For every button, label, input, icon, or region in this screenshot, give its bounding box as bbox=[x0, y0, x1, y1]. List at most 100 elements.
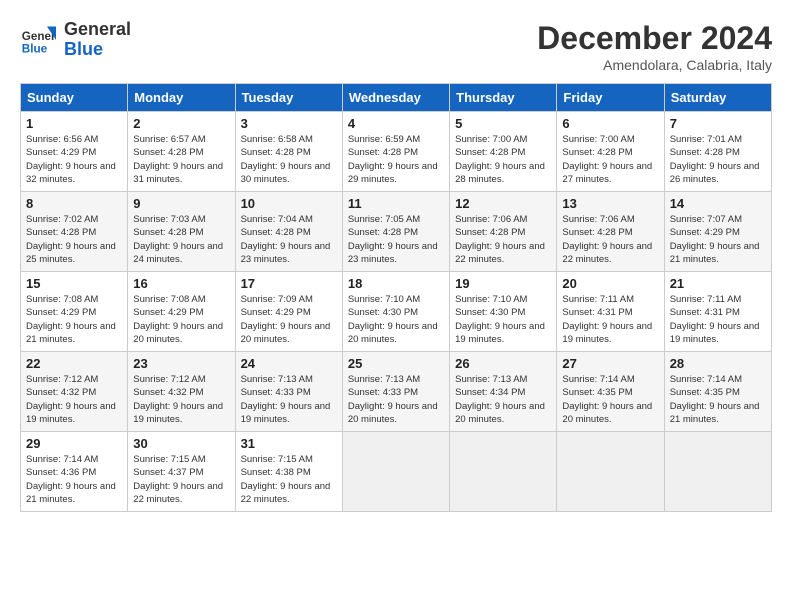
day-info: Sunrise: 7:12 AM Sunset: 4:32 PM Dayligh… bbox=[133, 374, 223, 425]
day-number: 24 bbox=[241, 356, 337, 371]
calendar-cell: 1 Sunrise: 6:56 AM Sunset: 4:29 PM Dayli… bbox=[21, 112, 128, 192]
day-info: Sunrise: 7:09 AM Sunset: 4:29 PM Dayligh… bbox=[241, 294, 331, 345]
calendar-week-5: 29 Sunrise: 7:14 AM Sunset: 4:36 PM Dayl… bbox=[21, 432, 772, 512]
day-info: Sunrise: 7:02 AM Sunset: 4:28 PM Dayligh… bbox=[26, 214, 116, 265]
day-number: 10 bbox=[241, 196, 337, 211]
day-number: 16 bbox=[133, 276, 229, 291]
weekday-header-monday: Monday bbox=[128, 84, 235, 112]
calendar-cell: 25 Sunrise: 7:13 AM Sunset: 4:33 PM Dayl… bbox=[342, 352, 449, 432]
month-title: December 2024 bbox=[537, 20, 772, 57]
calendar-week-3: 15 Sunrise: 7:08 AM Sunset: 4:29 PM Dayl… bbox=[21, 272, 772, 352]
day-info: Sunrise: 7:07 AM Sunset: 4:29 PM Dayligh… bbox=[670, 214, 760, 265]
day-info: Sunrise: 7:03 AM Sunset: 4:28 PM Dayligh… bbox=[133, 214, 223, 265]
day-info: Sunrise: 7:01 AM Sunset: 4:28 PM Dayligh… bbox=[670, 134, 760, 185]
calendar-cell: 17 Sunrise: 7:09 AM Sunset: 4:29 PM Dayl… bbox=[235, 272, 342, 352]
day-info: Sunrise: 7:05 AM Sunset: 4:28 PM Dayligh… bbox=[348, 214, 438, 265]
day-info: Sunrise: 7:11 AM Sunset: 4:31 PM Dayligh… bbox=[670, 294, 760, 345]
calendar-cell: 31 Sunrise: 7:15 AM Sunset: 4:38 PM Dayl… bbox=[235, 432, 342, 512]
day-info: Sunrise: 7:06 AM Sunset: 4:28 PM Dayligh… bbox=[562, 214, 652, 265]
weekday-header-row: SundayMondayTuesdayWednesdayThursdayFrid… bbox=[21, 84, 772, 112]
calendar-cell: 7 Sunrise: 7:01 AM Sunset: 4:28 PM Dayli… bbox=[664, 112, 771, 192]
day-info: Sunrise: 6:57 AM Sunset: 4:28 PM Dayligh… bbox=[133, 134, 223, 185]
day-info: Sunrise: 7:04 AM Sunset: 4:28 PM Dayligh… bbox=[241, 214, 331, 265]
day-number: 27 bbox=[562, 356, 658, 371]
calendar-cell: 5 Sunrise: 7:00 AM Sunset: 4:28 PM Dayli… bbox=[450, 112, 557, 192]
day-number: 7 bbox=[670, 116, 766, 131]
calendar-cell: 11 Sunrise: 7:05 AM Sunset: 4:28 PM Dayl… bbox=[342, 192, 449, 272]
day-number: 19 bbox=[455, 276, 551, 291]
weekday-header-saturday: Saturday bbox=[664, 84, 771, 112]
day-info: Sunrise: 7:06 AM Sunset: 4:28 PM Dayligh… bbox=[455, 214, 545, 265]
calendar-cell: 27 Sunrise: 7:14 AM Sunset: 4:35 PM Dayl… bbox=[557, 352, 664, 432]
day-number: 30 bbox=[133, 436, 229, 451]
calendar-cell: 20 Sunrise: 7:11 AM Sunset: 4:31 PM Dayl… bbox=[557, 272, 664, 352]
calendar-cell: 12 Sunrise: 7:06 AM Sunset: 4:28 PM Dayl… bbox=[450, 192, 557, 272]
day-info: Sunrise: 7:15 AM Sunset: 4:37 PM Dayligh… bbox=[133, 454, 223, 505]
logo: General Blue General Blue bbox=[20, 20, 131, 60]
calendar-cell bbox=[342, 432, 449, 512]
day-number: 5 bbox=[455, 116, 551, 131]
calendar-table: SundayMondayTuesdayWednesdayThursdayFrid… bbox=[20, 83, 772, 512]
calendar-cell: 18 Sunrise: 7:10 AM Sunset: 4:30 PM Dayl… bbox=[342, 272, 449, 352]
calendar-cell: 13 Sunrise: 7:06 AM Sunset: 4:28 PM Dayl… bbox=[557, 192, 664, 272]
day-info: Sunrise: 7:13 AM Sunset: 4:33 PM Dayligh… bbox=[241, 374, 331, 425]
day-number: 2 bbox=[133, 116, 229, 131]
day-info: Sunrise: 6:56 AM Sunset: 4:29 PM Dayligh… bbox=[26, 134, 116, 185]
location: Amendolara, Calabria, Italy bbox=[537, 57, 772, 73]
day-number: 17 bbox=[241, 276, 337, 291]
calendar-cell: 16 Sunrise: 7:08 AM Sunset: 4:29 PM Dayl… bbox=[128, 272, 235, 352]
day-info: Sunrise: 7:00 AM Sunset: 4:28 PM Dayligh… bbox=[455, 134, 545, 185]
day-info: Sunrise: 7:12 AM Sunset: 4:32 PM Dayligh… bbox=[26, 374, 116, 425]
day-info: Sunrise: 7:10 AM Sunset: 4:30 PM Dayligh… bbox=[348, 294, 438, 345]
calendar-cell: 23 Sunrise: 7:12 AM Sunset: 4:32 PM Dayl… bbox=[128, 352, 235, 432]
calendar-cell: 4 Sunrise: 6:59 AM Sunset: 4:28 PM Dayli… bbox=[342, 112, 449, 192]
day-info: Sunrise: 7:10 AM Sunset: 4:30 PM Dayligh… bbox=[455, 294, 545, 345]
calendar-cell: 6 Sunrise: 7:00 AM Sunset: 4:28 PM Dayli… bbox=[557, 112, 664, 192]
day-info: Sunrise: 7:15 AM Sunset: 4:38 PM Dayligh… bbox=[241, 454, 331, 505]
weekday-header-friday: Friday bbox=[557, 84, 664, 112]
day-info: Sunrise: 7:13 AM Sunset: 4:33 PM Dayligh… bbox=[348, 374, 438, 425]
day-number: 4 bbox=[348, 116, 444, 131]
calendar-cell: 24 Sunrise: 7:13 AM Sunset: 4:33 PM Dayl… bbox=[235, 352, 342, 432]
day-info: Sunrise: 7:13 AM Sunset: 4:34 PM Dayligh… bbox=[455, 374, 545, 425]
day-number: 12 bbox=[455, 196, 551, 211]
calendar-cell: 14 Sunrise: 7:07 AM Sunset: 4:29 PM Dayl… bbox=[664, 192, 771, 272]
calendar-cell: 26 Sunrise: 7:13 AM Sunset: 4:34 PM Dayl… bbox=[450, 352, 557, 432]
calendar-week-2: 8 Sunrise: 7:02 AM Sunset: 4:28 PM Dayli… bbox=[21, 192, 772, 272]
weekday-header-sunday: Sunday bbox=[21, 84, 128, 112]
day-number: 6 bbox=[562, 116, 658, 131]
calendar-cell: 30 Sunrise: 7:15 AM Sunset: 4:37 PM Dayl… bbox=[128, 432, 235, 512]
calendar-cell bbox=[450, 432, 557, 512]
day-info: Sunrise: 6:59 AM Sunset: 4:28 PM Dayligh… bbox=[348, 134, 438, 185]
calendar-cell: 21 Sunrise: 7:11 AM Sunset: 4:31 PM Dayl… bbox=[664, 272, 771, 352]
calendar-cell: 29 Sunrise: 7:14 AM Sunset: 4:36 PM Dayl… bbox=[21, 432, 128, 512]
day-number: 3 bbox=[241, 116, 337, 131]
calendar-cell: 22 Sunrise: 7:12 AM Sunset: 4:32 PM Dayl… bbox=[21, 352, 128, 432]
calendar-cell bbox=[557, 432, 664, 512]
calendar-cell: 8 Sunrise: 7:02 AM Sunset: 4:28 PM Dayli… bbox=[21, 192, 128, 272]
logo-icon: General Blue bbox=[20, 22, 56, 58]
day-number: 23 bbox=[133, 356, 229, 371]
day-info: Sunrise: 7:14 AM Sunset: 4:35 PM Dayligh… bbox=[562, 374, 652, 425]
day-number: 29 bbox=[26, 436, 122, 451]
day-number: 9 bbox=[133, 196, 229, 211]
day-number: 11 bbox=[348, 196, 444, 211]
day-info: Sunrise: 6:58 AM Sunset: 4:28 PM Dayligh… bbox=[241, 134, 331, 185]
weekday-header-tuesday: Tuesday bbox=[235, 84, 342, 112]
calendar-cell: 28 Sunrise: 7:14 AM Sunset: 4:35 PM Dayl… bbox=[664, 352, 771, 432]
day-number: 1 bbox=[26, 116, 122, 131]
weekday-header-wednesday: Wednesday bbox=[342, 84, 449, 112]
page-header: General Blue General Blue December 2024 … bbox=[20, 20, 772, 73]
day-number: 22 bbox=[26, 356, 122, 371]
weekday-header-thursday: Thursday bbox=[450, 84, 557, 112]
calendar-cell: 15 Sunrise: 7:08 AM Sunset: 4:29 PM Dayl… bbox=[21, 272, 128, 352]
day-info: Sunrise: 7:08 AM Sunset: 4:29 PM Dayligh… bbox=[26, 294, 116, 345]
day-number: 25 bbox=[348, 356, 444, 371]
calendar-cell: 19 Sunrise: 7:10 AM Sunset: 4:30 PM Dayl… bbox=[450, 272, 557, 352]
day-number: 28 bbox=[670, 356, 766, 371]
calendar-cell: 9 Sunrise: 7:03 AM Sunset: 4:28 PM Dayli… bbox=[128, 192, 235, 272]
day-number: 14 bbox=[670, 196, 766, 211]
calendar-cell: 3 Sunrise: 6:58 AM Sunset: 4:28 PM Dayli… bbox=[235, 112, 342, 192]
calendar-week-4: 22 Sunrise: 7:12 AM Sunset: 4:32 PM Dayl… bbox=[21, 352, 772, 432]
day-number: 26 bbox=[455, 356, 551, 371]
